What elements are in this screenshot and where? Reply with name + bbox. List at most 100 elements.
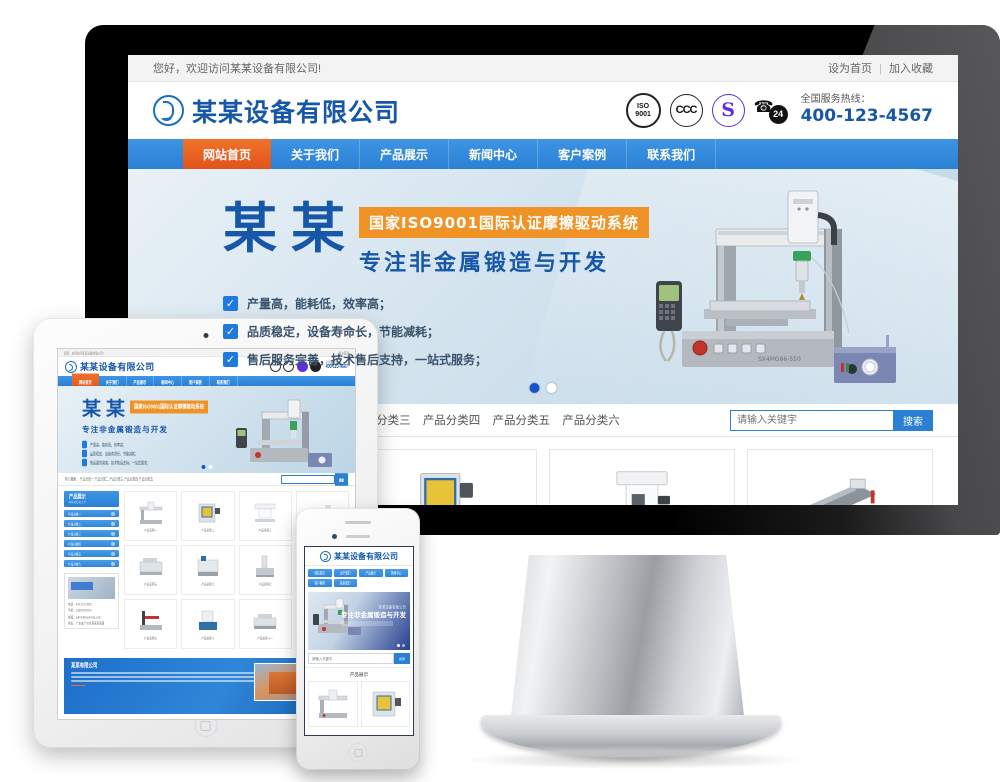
- tablet-contact-card: 电话：400-123-4567 手机：13800000000 邮箱：admin@…: [64, 573, 119, 629]
- phone-banner-dot-2[interactable]: [402, 644, 405, 647]
- tablet-brand-char-2: 某: [106, 398, 129, 420]
- phone-company-name: 某某设备有限公司: [334, 551, 398, 561]
- contact-banner-image: [68, 577, 115, 599]
- tablet-product-cell[interactable]: 产品名称三: [238, 491, 292, 541]
- tablet-product-cell[interactable]: 产品名称二: [181, 491, 235, 541]
- nav-item-products[interactable]: 产品展示: [360, 139, 450, 169]
- tablet-feature-item: 品质稳定，设备寿命长，节能减耗；: [82, 449, 208, 458]
- banner-dot-1[interactable]: [529, 383, 540, 393]
- tablet-sidebar-item-label: 产品分类二: [68, 522, 81, 527]
- chevron-icon: [111, 551, 115, 556]
- tablet-banner-dot-2[interactable]: [208, 465, 212, 469]
- tablet-logo-swirl-icon: [65, 360, 77, 373]
- main-navigation: 网站首页 关于我们 产品展示 新闻中心 客户案例 联系我们: [128, 139, 958, 169]
- dispensing-robot-image: SX4MG66-550: [638, 185, 938, 400]
- home-square-icon: [354, 748, 362, 757]
- tablet-camera-icon: [203, 333, 208, 338]
- phone-banner-title: 专注非金属锻造与开发: [341, 611, 406, 619]
- tablet-hot-label: 热门搜索：: [65, 476, 79, 482]
- tablet-hero-banner: 某 某 国家ISO9001国际认证摩擦驱动系统 专注非金属锻造与开发 产量高，能…: [58, 386, 355, 473]
- tablet-feature-item: 产量高，能耗低，效率高；: [82, 440, 208, 449]
- contact-line: 邮箱：admin@example.com: [68, 615, 101, 620]
- tablet-feature-text: 品质稳定，设备寿命长，节能减耗；: [90, 450, 139, 457]
- product-card[interactable]: [351, 449, 537, 505]
- monitor-shadow: [465, 751, 805, 769]
- tablet-sidebar-item[interactable]: 产品分类一: [64, 510, 119, 517]
- tablet-logo[interactable]: 某某设备有限公司: [65, 360, 154, 373]
- phone-nav-item-contact[interactable]: 联系我们: [333, 579, 357, 587]
- hotline-label: 全国服务热线：: [800, 93, 871, 105]
- category-link-5[interactable]: 产品分类五: [493, 415, 551, 427]
- phone-product-cell[interactable]: [308, 681, 358, 727]
- tablet-product-cell[interactable]: 产品名称五: [124, 545, 178, 595]
- top-links: 设为首页 | 加入收藏: [828, 60, 933, 76]
- search-button[interactable]: 搜索: [893, 409, 933, 431]
- phone-nav-item-news[interactable]: 新闻中心: [384, 569, 408, 577]
- tablet-sidebar-item[interactable]: 产品分类二: [64, 520, 119, 527]
- tablet-category-link-3[interactable]: 产品分类三: [109, 476, 123, 482]
- phone-nav-item-home[interactable]: 网站首页: [308, 569, 332, 577]
- tablet-product-sidebar: 产品展示 PRODUCT 产品分类一 产品分类二 产品分类三 产品分类四 产品分…: [64, 491, 119, 649]
- nav-item-home[interactable]: 网站首页: [183, 139, 272, 169]
- tablet-sidebar-item[interactable]: 产品分类三: [64, 530, 119, 537]
- phone-logo-swirl-icon: [320, 550, 331, 562]
- tablet-about-more-link[interactable]: [71, 684, 85, 687]
- tablet-product-cell[interactable]: 产品名称九: [124, 599, 178, 649]
- tablet-banner-row: 某 某 国家ISO9001国际认证摩擦驱动系统: [82, 398, 209, 420]
- banner-headline-row: 某 某 国家ISO9001国际认证摩擦驱动系统 专注非金属锻造与开发: [223, 202, 649, 277]
- tablet-category-link-1[interactable]: 产品分类一: [80, 476, 94, 482]
- tablet-search-box: 搜索: [280, 472, 348, 486]
- nav-item-about[interactable]: 关于我们: [271, 139, 361, 169]
- product-card[interactable]: [549, 449, 735, 505]
- banner-feature-text: 售后服务完善，技术售后支持，一站式服务；: [247, 353, 488, 367]
- phone-product-cell[interactable]: [360, 681, 410, 727]
- ccc-badge-icon: CCC: [669, 94, 703, 127]
- tablet-category-link-2[interactable]: 产品分类二: [95, 476, 109, 482]
- phone-search-button[interactable]: 搜索: [393, 653, 410, 664]
- tablet-category-search-bar: 热门搜索： 产品分类一 产品分类二 产品分类三 产品分类四 产品分类五 搜索: [58, 472, 355, 486]
- phone-nav-item-cases[interactable]: 客户案例: [308, 579, 332, 587]
- tablet-product-cell[interactable]: 产品名称一: [124, 491, 178, 541]
- phone-nav-label: 关于我们: [340, 571, 351, 577]
- search-input[interactable]: [730, 409, 893, 431]
- phone-nav-item-products[interactable]: 产品展示: [359, 569, 383, 577]
- tablet-category-link-5[interactable]: 产品分类五: [139, 476, 153, 482]
- banner-pagination-dots: [529, 383, 557, 393]
- tablet-sidebar-item-label: 产品分类一: [68, 512, 81, 517]
- phone-nav-item-about[interactable]: 关于我们: [333, 569, 357, 577]
- add-bookmark-link[interactable]: 加入收藏: [889, 63, 933, 75]
- banner-feature-item: ✓ 售后服务完善，技术售后支持，一站式服务；: [223, 351, 649, 368]
- tablet-sidebar-item-label: 产品分类三: [68, 532, 81, 537]
- tablet-banner-dot-1[interactable]: [201, 465, 205, 469]
- tablet-sidebar-item[interactable]: 产品分类四: [64, 540, 119, 547]
- nav-item-cases[interactable]: 客户案例: [538, 139, 628, 169]
- tablet-banner-badge: 国家ISO9001国际认证摩擦驱动系统: [130, 400, 209, 414]
- tablet-sidebar-item[interactable]: 产品分类五: [64, 550, 119, 557]
- category-link-4[interactable]: 产品分类四: [423, 415, 481, 427]
- tablet-product-cell[interactable]: 产品名称十一: [238, 599, 292, 649]
- tablet-product-cell[interactable]: 产品名称十: [181, 599, 235, 649]
- product-card[interactable]: [747, 449, 933, 505]
- phone-home-button[interactable]: [348, 743, 368, 762]
- site-header: 某某设备有限公司 ISO 9001 CCC S ☎ 24 全国服务热线： 400…: [128, 82, 958, 139]
- tablet-search-button[interactable]: 搜索: [334, 472, 348, 486]
- banner-certification-badge: 国家ISO9001国际认证摩擦驱动系统: [359, 207, 649, 238]
- site-logo[interactable]: 某某设备有限公司: [153, 93, 400, 129]
- set-homepage-link[interactable]: 设为首页: [828, 63, 872, 75]
- nav-item-news[interactable]: 新闻中心: [449, 139, 539, 169]
- phone-search-input[interactable]: [308, 653, 394, 664]
- phone-banner-dot-1[interactable]: [397, 644, 400, 647]
- contact-line: 电话：400-123-4567: [68, 602, 92, 607]
- tablet-feature-item: 售后服务完善，技术售后支持，一站式服务；: [82, 458, 208, 467]
- tablet-search-input[interactable]: [280, 474, 335, 484]
- category-link-6[interactable]: 产品分类六: [562, 415, 620, 427]
- tablet-category-link-4[interactable]: 产品分类四: [124, 476, 138, 482]
- tablet-product-cell[interactable]: 产品名称七: [238, 545, 292, 595]
- banner-feature-item: ✓ 产量高，能耗低，效率高；: [223, 295, 649, 312]
- nav-item-contact[interactable]: 联系我们: [627, 139, 717, 169]
- tablet-sidebar-item[interactable]: 产品分类六: [64, 560, 119, 567]
- phone-nav-label: 产品展示: [365, 571, 376, 577]
- tablet-product-cell[interactable]: 产品名称六: [181, 545, 235, 595]
- tablet-hot-keywords: 热门搜索： 产品分类一 产品分类二 产品分类三 产品分类四 产品分类五: [65, 476, 153, 482]
- banner-dot-2[interactable]: [546, 383, 557, 393]
